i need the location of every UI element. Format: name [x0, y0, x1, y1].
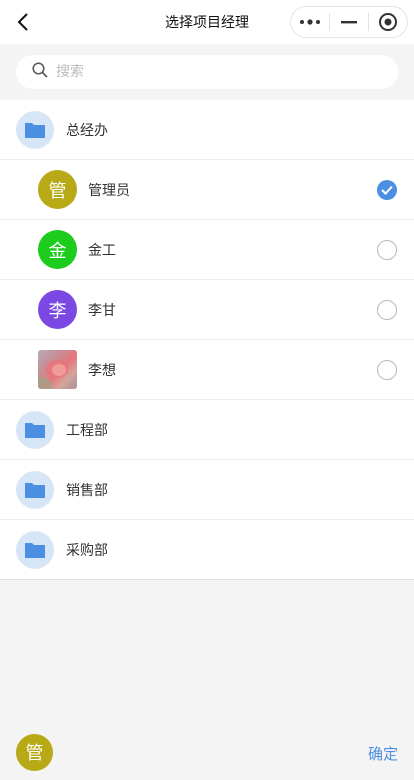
unchecked-circle-icon[interactable]: [377, 360, 397, 380]
avatar-photo: [38, 350, 77, 389]
dept-label: 工程部: [66, 422, 108, 439]
dept-row-zongjingban[interactable]: 总经办: [0, 100, 414, 160]
minimize-icon[interactable]: [330, 7, 368, 37]
mini-program-capsule: [290, 6, 408, 38]
folder-icon: [16, 110, 54, 149]
confirm-button[interactable]: 确定: [368, 743, 398, 764]
folder-icon: [16, 530, 54, 569]
avatar: 管: [38, 170, 77, 209]
dept-row-caigoubu[interactable]: 采购部: [0, 520, 414, 580]
folder-icon: [16, 470, 54, 509]
dept-row-xiaoshoubu[interactable]: 销售部: [0, 460, 414, 520]
dept-label: 销售部: [66, 482, 108, 499]
selection-footer: 管 确定: [0, 724, 414, 780]
folder-icon: [16, 410, 54, 449]
member-label: 管理员: [88, 182, 130, 199]
member-row-jingong[interactable]: 金 金工: [0, 220, 414, 280]
dept-label: 采购部: [66, 542, 108, 559]
avatar: 李: [38, 290, 77, 329]
search-bar[interactable]: [16, 55, 398, 89]
checked-circle-icon[interactable]: [377, 180, 397, 200]
avatar: 金: [38, 230, 77, 269]
member-label: 李甘: [88, 302, 116, 319]
search-icon: [32, 62, 48, 82]
member-row-lixiang[interactable]: 李想: [0, 340, 414, 400]
search-area: [0, 44, 414, 100]
search-input[interactable]: [56, 64, 336, 80]
member-row-guanliyuan[interactable]: 管 管理员: [0, 160, 414, 220]
unchecked-circle-icon[interactable]: [377, 300, 397, 320]
contact-list: 总经办 管 管理员 金 金工 李 李甘 李想 工程部 销售部 采购部: [0, 100, 414, 580]
more-dots-icon[interactable]: [291, 7, 329, 37]
dept-row-gongchengbu[interactable]: 工程部: [0, 400, 414, 460]
member-label: 金工: [88, 242, 116, 259]
dept-label: 总经办: [66, 122, 108, 139]
unchecked-circle-icon[interactable]: [377, 240, 397, 260]
selected-avatar[interactable]: 管: [16, 733, 53, 771]
navigation-bar: 选择项目经理: [0, 0, 414, 44]
member-label: 李想: [88, 362, 116, 379]
target-close-icon[interactable]: [369, 7, 407, 37]
member-row-ligan[interactable]: 李 李甘: [0, 280, 414, 340]
